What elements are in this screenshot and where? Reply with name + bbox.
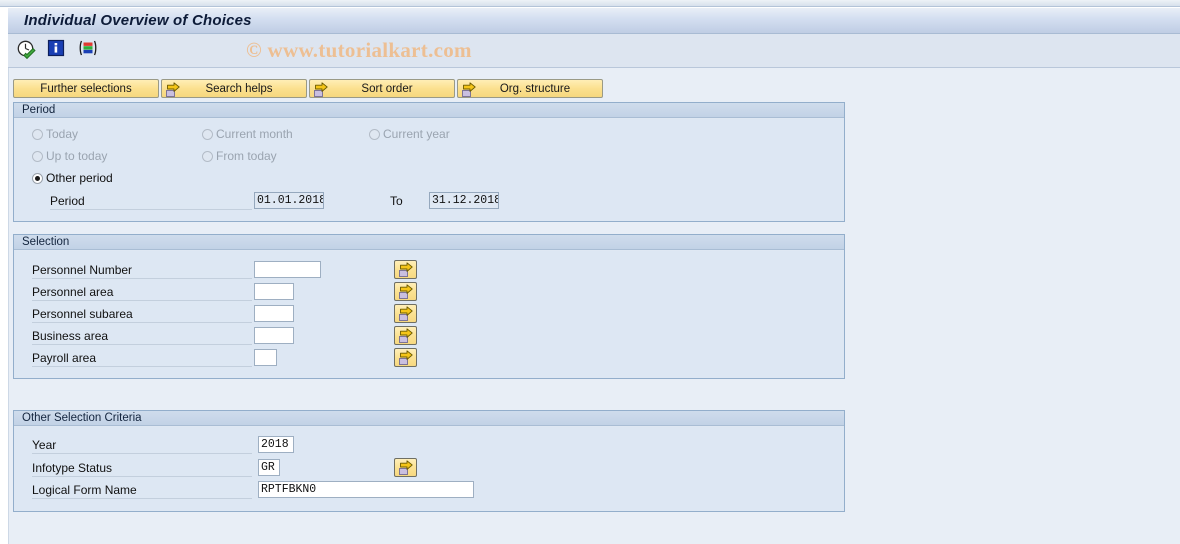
window-title-bar: Individual Overview of Choices [8, 7, 1180, 34]
application-toolbar [8, 34, 1180, 68]
execute-clock-check-icon[interactable] [16, 39, 38, 61]
business-area-multiple-selection-button[interactable] [394, 326, 417, 345]
payroll-area-input[interactable] [254, 349, 277, 366]
other-criteria-group-header: Other Selection Criteria [14, 411, 844, 426]
other-selection-criteria-group: Other Selection Criteria Year 2018 Infot… [13, 410, 845, 512]
personnel-number-input[interactable] [254, 261, 321, 278]
toolbar-icon-group [16, 39, 100, 61]
year-input[interactable]: 2018 [258, 436, 294, 453]
radio-other-period[interactable]: Other period [32, 171, 113, 185]
radio-button-glyph [32, 172, 43, 184]
radio-from-today[interactable]: From today [202, 149, 277, 163]
radio-current-year[interactable]: Current year [369, 127, 450, 141]
selection-screen-canvas: Further selections Search helps Sort ord… [8, 68, 1180, 544]
window-top-strip [0, 0, 1180, 7]
arrow-right-icon [398, 350, 413, 365]
period-field-label: Period [50, 194, 252, 210]
payroll-area-multiple-selection-button[interactable] [394, 348, 417, 367]
personnel-area-label: Personnel area [32, 285, 252, 301]
logical-form-name-input[interactable]: RPTFBKN0 [258, 481, 474, 498]
further-selections-label: Further selections [40, 82, 132, 95]
radio-current-month[interactable]: Current month [202, 127, 293, 141]
period-group-title: Period [22, 104, 56, 116]
arrow-right-icon [398, 284, 413, 299]
radio-from-today-label: From today [216, 149, 277, 163]
radio-button-glyph [369, 128, 380, 140]
payroll-area-label: Payroll area [32, 351, 252, 367]
personnel-number-label: Personnel Number [32, 263, 252, 279]
selection-button-row: Further selections Search helps Sort ord… [13, 79, 603, 98]
radio-button-glyph [32, 150, 43, 162]
selection-group-title: Selection [22, 236, 70, 248]
search-helps-button[interactable]: Search helps [161, 79, 307, 98]
radio-button-glyph [202, 150, 213, 162]
sort-order-label: Sort order [361, 82, 413, 95]
period-to-input[interactable]: 31.12.2018 [429, 192, 499, 209]
org-structure-label: Org. structure [499, 82, 571, 95]
radio-today[interactable]: Today [32, 127, 78, 141]
infotype-status-multiple-selection-button[interactable] [394, 458, 417, 477]
infotype-status-input[interactable]: GR [258, 459, 280, 476]
selection-group-body: Personnel Number Personnel area Personne… [14, 251, 844, 378]
logical-form-name-label: Logical Form Name [32, 483, 252, 499]
arrow-right-icon [398, 306, 413, 321]
radio-button-glyph [202, 128, 213, 140]
period-from-input[interactable]: 01.01.2018 [254, 192, 324, 209]
sap-selection-screen: Individual Overview of Choices © www.tut… [0, 0, 1180, 544]
period-to-label: To [390, 194, 403, 208]
arrow-right-icon [165, 82, 180, 100]
other-criteria-group-body: Year 2018 Infotype Status GR Logical For… [14, 427, 844, 511]
personnel-subarea-label: Personnel subarea [32, 307, 252, 323]
arrow-right-icon [398, 328, 413, 343]
sort-order-button[interactable]: Sort order [309, 79, 455, 98]
period-group-body: Today Current month Current year Up to t… [14, 119, 844, 221]
personnel-subarea-input[interactable] [254, 305, 294, 322]
business-area-input[interactable] [254, 327, 294, 344]
radio-up-to-today[interactable]: Up to today [32, 149, 107, 163]
business-area-label: Business area [32, 329, 252, 345]
search-helps-label: Search helps [205, 82, 273, 95]
personnel-subarea-multiple-selection-button[interactable] [394, 304, 417, 323]
period-group: Period Today Current month Current year [13, 102, 845, 222]
radio-button-glyph [32, 128, 43, 140]
personnel-area-input[interactable] [254, 283, 294, 300]
period-group-header: Period [14, 103, 844, 118]
infotype-status-label: Infotype Status [32, 461, 252, 477]
radio-current-year-label: Current year [383, 127, 450, 141]
radio-current-month-label: Current month [216, 127, 293, 141]
personnel-area-multiple-selection-button[interactable] [394, 282, 417, 301]
radio-today-label: Today [46, 127, 79, 141]
arrow-right-icon [313, 82, 328, 100]
arrow-right-icon [461, 82, 476, 100]
year-label: Year [32, 438, 252, 454]
radio-up-to-today-label: Up to today [46, 149, 108, 163]
further-selections-button[interactable]: Further selections [13, 79, 159, 98]
radio-other-period-label: Other period [46, 171, 113, 185]
selection-group-header: Selection [14, 235, 844, 250]
arrow-right-icon [398, 460, 413, 475]
info-icon[interactable] [47, 39, 69, 61]
page-title: Individual Overview of Choices [24, 12, 252, 29]
personnel-number-multiple-selection-button[interactable] [394, 260, 417, 279]
selection-group: Selection Personnel Number Personnel are… [13, 234, 845, 379]
org-structure-button[interactable]: Org. structure [457, 79, 603, 98]
arrow-right-icon [398, 262, 413, 277]
variant-icon[interactable] [78, 39, 100, 61]
site-watermark: © www.tutorialkart.com [246, 38, 472, 62]
other-criteria-group-title: Other Selection Criteria [22, 412, 142, 424]
